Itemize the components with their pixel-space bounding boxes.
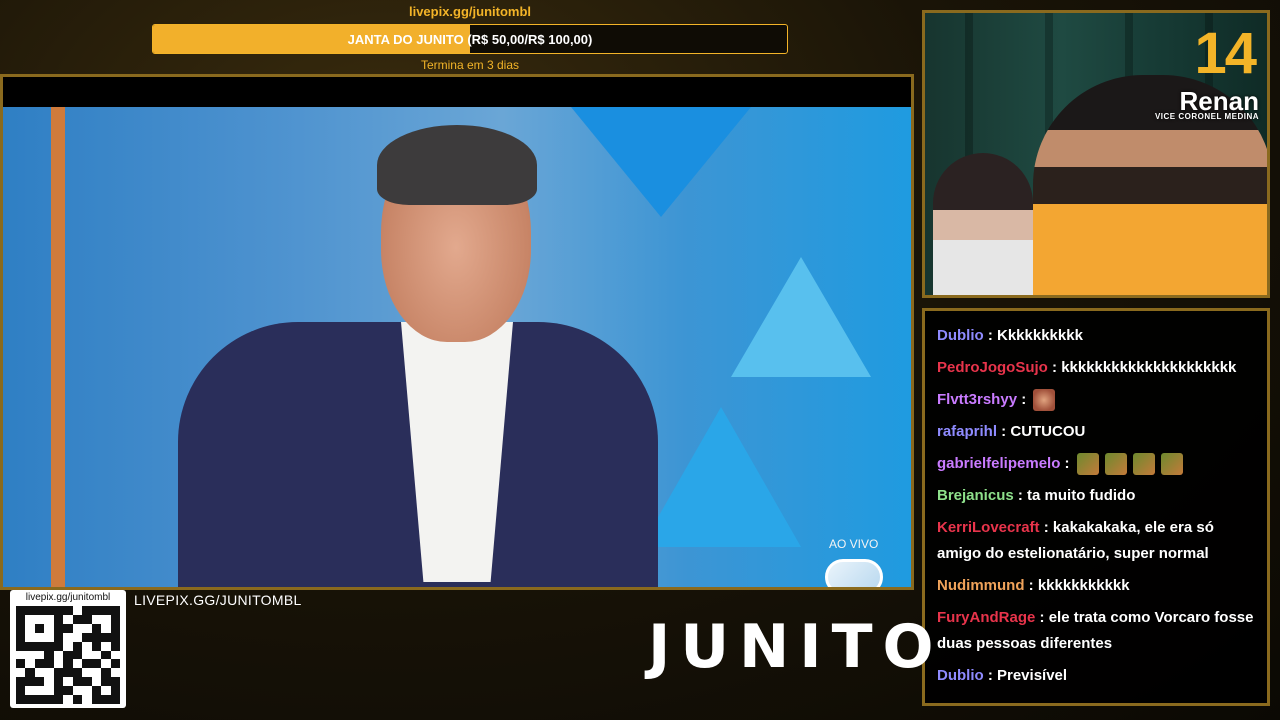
main-video-frame[interactable]: AO VIVO (0, 74, 914, 590)
goal-progress-bar: JANTA DO JUNITO (R$ 50,00/R$ 100,00) (152, 24, 788, 54)
chat-message: FuryAndRage : ele trata como Vorcaro fos… (937, 605, 1257, 657)
chat-text: kkkkkkkkkkk (1037, 577, 1130, 594)
chat-username[interactable]: FuryAndRage (937, 609, 1035, 626)
chat-message: Nudimmund : kkkkkkkkkkk (937, 573, 1257, 599)
chat-separator: : (983, 667, 997, 684)
presenter-hair (377, 125, 537, 205)
goal-ends-text: Termina em 3 dias (420, 58, 520, 72)
chat-separator: : (983, 327, 997, 344)
chat-separator: : (1024, 577, 1038, 594)
chat-message: Dublio : Kkkkkkkkkk (937, 323, 1257, 349)
emote-icon (1132, 453, 1155, 476)
campaign-logo-name: Renan (1179, 86, 1259, 116)
background-triangle (641, 407, 801, 547)
chat-panel[interactable]: Dublio : Kkkkkkkkkk PedroJogoSujo : kkkkk… (922, 308, 1270, 706)
cohost-figure (933, 153, 1033, 295)
chat-text: Kkkkkkkkkk (997, 327, 1083, 344)
chat-username[interactable]: Nudimmund (937, 577, 1025, 594)
campaign-logo-number: 14 (1194, 21, 1256, 86)
chat-username[interactable]: rafaprihl (937, 423, 997, 440)
chat-separator: : (1035, 609, 1049, 626)
chat-separator: : (997, 423, 1011, 440)
chat-message: Flvtt3rshyy : (937, 387, 1257, 413)
chat-separator: : (1013, 487, 1028, 504)
chat-separator: : (1017, 391, 1031, 408)
brand-wordmark: JUNITO (648, 612, 944, 682)
chat-message: Dublio : Previsível (937, 663, 1257, 689)
emote-icon (1160, 453, 1183, 476)
campaign-logo-sub: VICE CORONEL MEDINA (1154, 112, 1259, 121)
chat-username[interactable]: Flvtt3rshyy (937, 391, 1017, 408)
chat-message: PedroJogoSujo : kkkkkkkkkkkkkkkkkkkkk (937, 355, 1257, 381)
chat-username[interactable]: KerriLovecraft (937, 519, 1040, 536)
chat-separator: : (1039, 519, 1053, 536)
chat-separator: : (1047, 359, 1062, 376)
emote-icon (1076, 453, 1099, 476)
chat-message: KerriLovecraft : kakakakaka, ele era só … (937, 515, 1257, 567)
background-triangle (731, 257, 871, 377)
livepix-url: LIVEPIX.GG/JUNITOMBL (134, 592, 302, 608)
goal-label: JANTA DO JUNITO (R$ 50,00/R$ 100,00) (347, 31, 593, 47)
goal-link[interactable]: livepix.gg/junitombl (152, 4, 788, 20)
background-triangle (571, 107, 751, 217)
qr-code (16, 606, 120, 704)
chat-username[interactable]: Dublio (937, 327, 984, 344)
chat-message: gabrielfelipemelo : (937, 451, 1257, 477)
chat-username[interactable]: gabrielfelipemelo (937, 455, 1060, 472)
qr-caption: livepix.gg/junitombl (25, 592, 111, 603)
background-stripe (51, 107, 65, 587)
emote-icon (1033, 389, 1056, 412)
chat-username[interactable]: PedroJogoSujo (937, 359, 1048, 376)
chat-message-list: Dublio : Kkkkkkkkkk PedroJogoSujo : kkkkk… (937, 323, 1257, 695)
chat-username[interactable]: Brejanicus (937, 487, 1014, 504)
emote-icon (1104, 453, 1127, 476)
video-scene: AO VIVO (3, 107, 911, 587)
chat-text: Previsível (997, 667, 1068, 684)
webcam-frame: 14 Renan VICE CORONEL MEDINA (922, 10, 1270, 298)
chat-text: kkkkkkkkkkkkkkkkkkkkk (1061, 359, 1237, 376)
live-label: AO VIVO (829, 537, 879, 551)
chat-text: ta muito fudido (1027, 487, 1136, 504)
chat-text: CUTUCOU (1010, 423, 1086, 440)
chat-message: rafaprihl : CUTUCOU (937, 419, 1257, 445)
broadcaster-logo (825, 559, 883, 587)
chat-message: Brejanicus : ta muito fudido (937, 483, 1257, 509)
qr-box: livepix.gg/junitombl (10, 590, 126, 708)
chat-separator: : (1060, 455, 1074, 472)
